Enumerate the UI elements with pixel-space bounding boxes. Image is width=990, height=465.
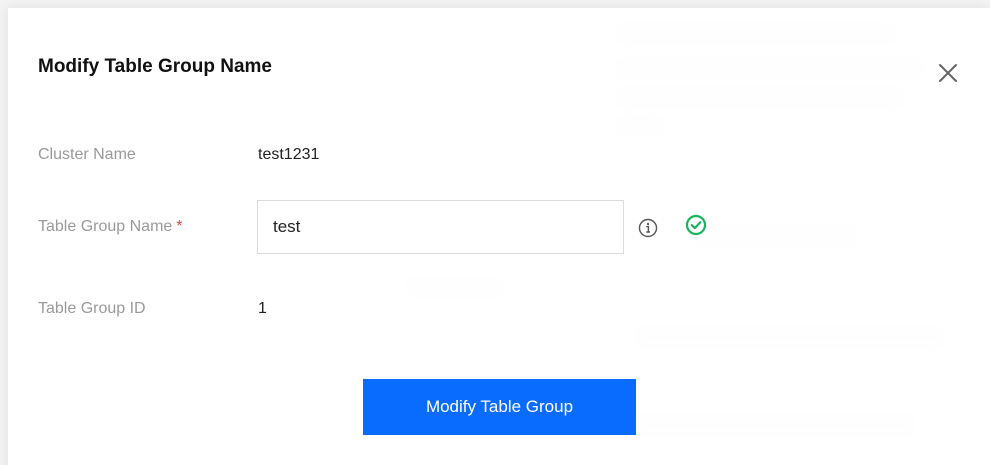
cluster-name-label: Cluster Name — [38, 146, 136, 163]
close-icon — [939, 64, 957, 82]
table-group-name-input[interactable] — [257, 200, 624, 254]
table-group-name-label-row: Table Group Name * — [38, 218, 183, 236]
modify-table-group-dialog: Modify Table Group Name Cluster Name tes… — [8, 8, 990, 465]
required-mark: * — [176, 218, 183, 235]
dialog-title: Modify Table Group Name — [38, 56, 273, 77]
page-background: Modify Table Group Name Cluster Name tes… — [0, 0, 990, 465]
info-icon-glyph — [638, 218, 658, 238]
modify-table-group-button[interactable]: Modify Table Group — [363, 379, 636, 435]
table-group-id-value: 1 — [258, 300, 267, 317]
info-icon[interactable] — [638, 218, 658, 238]
table-group-name-label: Table Group Name — [38, 218, 173, 235]
check-circle-icon-glyph — [685, 214, 707, 236]
close-button[interactable] — [934, 59, 962, 87]
table-group-id-label: Table Group ID — [38, 300, 146, 317]
check-circle-icon — [685, 214, 707, 236]
cluster-name-value: test1231 — [258, 146, 320, 163]
